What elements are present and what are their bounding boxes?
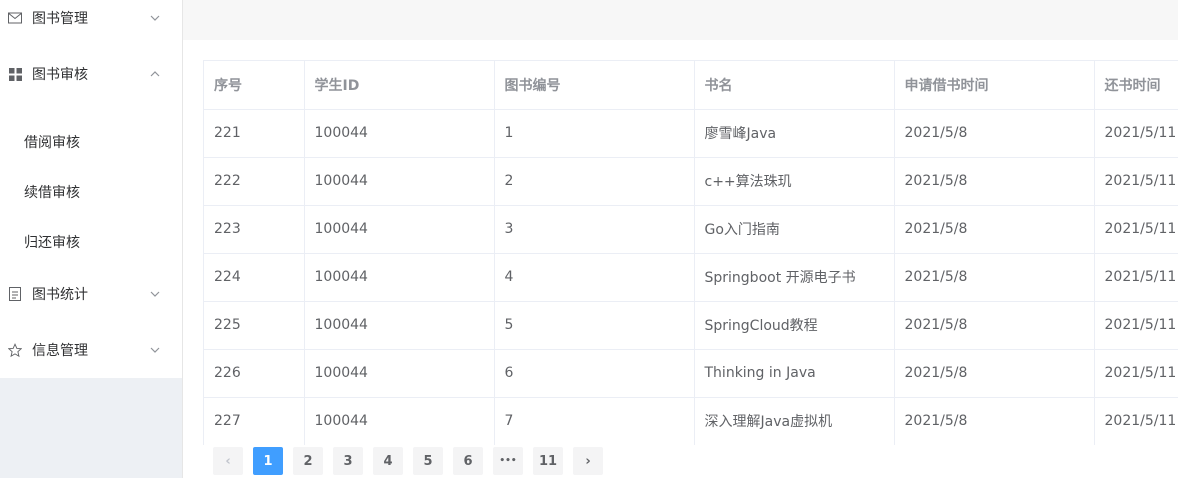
column-header: 申请借书时间	[894, 61, 1095, 110]
page-button-2[interactable]: 2	[293, 447, 323, 475]
submenu-renew-review[interactable]: 续借审核	[0, 167, 182, 217]
table-cell: 2021/5/8	[894, 109, 1095, 158]
table-cell: 100044	[304, 301, 495, 350]
table-cell: 222	[204, 157, 305, 206]
table-cell: 2021/5/8	[894, 253, 1095, 302]
table-cell: c++算法珠玑	[694, 157, 895, 206]
more-pages-button[interactable]: •••	[493, 447, 523, 475]
table-cell: 2021/5/11	[1094, 253, 1178, 302]
table-cell: 2021/5/8	[894, 301, 1095, 350]
table-cell: 2	[494, 157, 695, 206]
page-button-11[interactable]: 11	[533, 447, 563, 475]
table-cell: 224	[204, 253, 305, 302]
table-row: 227 100044 7 深入理解Java虚拟机 2021/5/8 2021/5…	[204, 397, 1178, 445]
sidebar-menu: 图书管理 图书审核 借阅审核 续借审核 归还审核 图书统计 信息管理	[0, 0, 182, 378]
menu-book-management[interactable]: 图书管理	[0, 0, 182, 36]
table-cell: 100044	[304, 205, 495, 254]
table-cell: 221	[204, 109, 305, 158]
table-cell: 廖雪峰Java	[694, 109, 895, 158]
page-button-1[interactable]: 1	[253, 447, 283, 475]
page-button-6[interactable]: 6	[453, 447, 483, 475]
document-icon	[8, 287, 22, 301]
table-cell: Go入门指南	[694, 205, 895, 254]
table-cell: 4	[494, 253, 695, 302]
menu-label: 信息管理	[32, 343, 88, 359]
chevron-down-icon	[149, 12, 161, 24]
page-button-4[interactable]: 4	[373, 447, 403, 475]
table-cell: 2021/5/11	[1094, 109, 1178, 158]
chevron-down-icon	[149, 344, 161, 356]
menu-book-review[interactable]: 图书审核	[0, 56, 182, 92]
pagination: ‹ 1 2 3 4 5 6 ••• 11 ›	[213, 447, 613, 475]
table-row: 223 100044 3 Go入门指南 2021/5/8 2021/5/11	[204, 205, 1178, 254]
table-cell: 100044	[304, 253, 495, 302]
table-row: 225 100044 5 SpringCloud教程 2021/5/8 2021…	[204, 301, 1178, 350]
menu-label: 图书审核	[32, 67, 88, 83]
table-cell: 2021/5/11	[1094, 349, 1178, 398]
menu-label: 图书管理	[32, 11, 88, 27]
header-bar	[183, 0, 1178, 40]
chevron-up-icon	[149, 68, 161, 80]
menu-info-management[interactable]: 信息管理	[0, 332, 182, 368]
table-cell: 227	[204, 397, 305, 445]
submenu-label: 续借审核	[24, 185, 80, 201]
page-button-5[interactable]: 5	[413, 447, 443, 475]
table-cell: 2021/5/8	[894, 157, 1095, 206]
prev-page-button[interactable]: ‹	[213, 447, 243, 475]
table-cell: 3	[494, 205, 695, 254]
table-cell: 7	[494, 397, 695, 445]
table-cell: Thinking in Java	[694, 349, 895, 398]
table-cell: 226	[204, 349, 305, 398]
column-header: 序号	[204, 61, 305, 110]
table-cell: 深入理解Java虚拟机	[694, 397, 895, 445]
table-row: 224 100044 4 Springboot 开源电子书 2021/5/8 2…	[204, 253, 1178, 302]
table-cell: SpringCloud教程	[694, 301, 895, 350]
star-icon	[8, 342, 22, 357]
next-page-button[interactable]: ›	[573, 447, 603, 475]
table-cell: 2021/5/11	[1094, 205, 1178, 254]
mail-icon	[8, 11, 22, 25]
table-row: 221 100044 1 廖雪峰Java 2021/5/8 2021/5/11	[204, 109, 1178, 158]
table-cell: 2021/5/11	[1094, 397, 1178, 445]
table-cell: 2021/5/11	[1094, 301, 1178, 350]
sidebar: 图书管理 图书审核 借阅审核 续借审核 归还审核 图书统计 信息管理	[0, 0, 183, 478]
table-cell: 100044	[304, 157, 495, 206]
menu-book-statistics[interactable]: 图书统计	[0, 276, 182, 312]
table-cell: 1	[494, 109, 695, 158]
submenu-borrow-review[interactable]: 借阅审核	[0, 117, 182, 167]
table-cell: 2021/5/11	[1094, 157, 1178, 206]
menu-label: 图书统计	[32, 287, 88, 303]
table-cell: 223	[204, 205, 305, 254]
table-cell: 5	[494, 301, 695, 350]
table-cell: 100044	[304, 109, 495, 158]
submenu-label: 借阅审核	[24, 135, 80, 151]
table-header-row: 序号 学生ID 图书编号 书名 申请借书时间 还书时间	[204, 61, 1178, 110]
table-cell: 100044	[304, 349, 495, 398]
table-cell: 2021/5/8	[894, 397, 1095, 445]
column-header: 图书编号	[494, 61, 695, 110]
table-cell: 225	[204, 301, 305, 350]
table-cell: 2021/5/8	[894, 349, 1095, 398]
submenu-label: 归还审核	[24, 235, 80, 251]
table-row: 222 100044 2 c++算法珠玑 2021/5/8 2021/5/11	[204, 157, 1178, 206]
table-cell: 2021/5/8	[894, 205, 1095, 254]
grid-icon	[8, 67, 22, 81]
table-cell: 6	[494, 349, 695, 398]
column-header: 书名	[694, 61, 895, 110]
column-header: 还书时间	[1094, 61, 1178, 110]
table-row: 226 100044 6 Thinking in Java 2021/5/8 2…	[204, 349, 1178, 398]
submenu-return-review[interactable]: 归还审核	[0, 217, 182, 267]
review-table: 序号 学生ID 图书编号 书名 申请借书时间 还书时间 221 100044 1…	[203, 60, 1178, 445]
chevron-down-icon	[149, 288, 161, 300]
column-header: 学生ID	[304, 61, 495, 110]
table-cell: 100044	[304, 397, 495, 445]
page-button-3[interactable]: 3	[333, 447, 363, 475]
table-cell: Springboot 开源电子书	[694, 253, 895, 302]
